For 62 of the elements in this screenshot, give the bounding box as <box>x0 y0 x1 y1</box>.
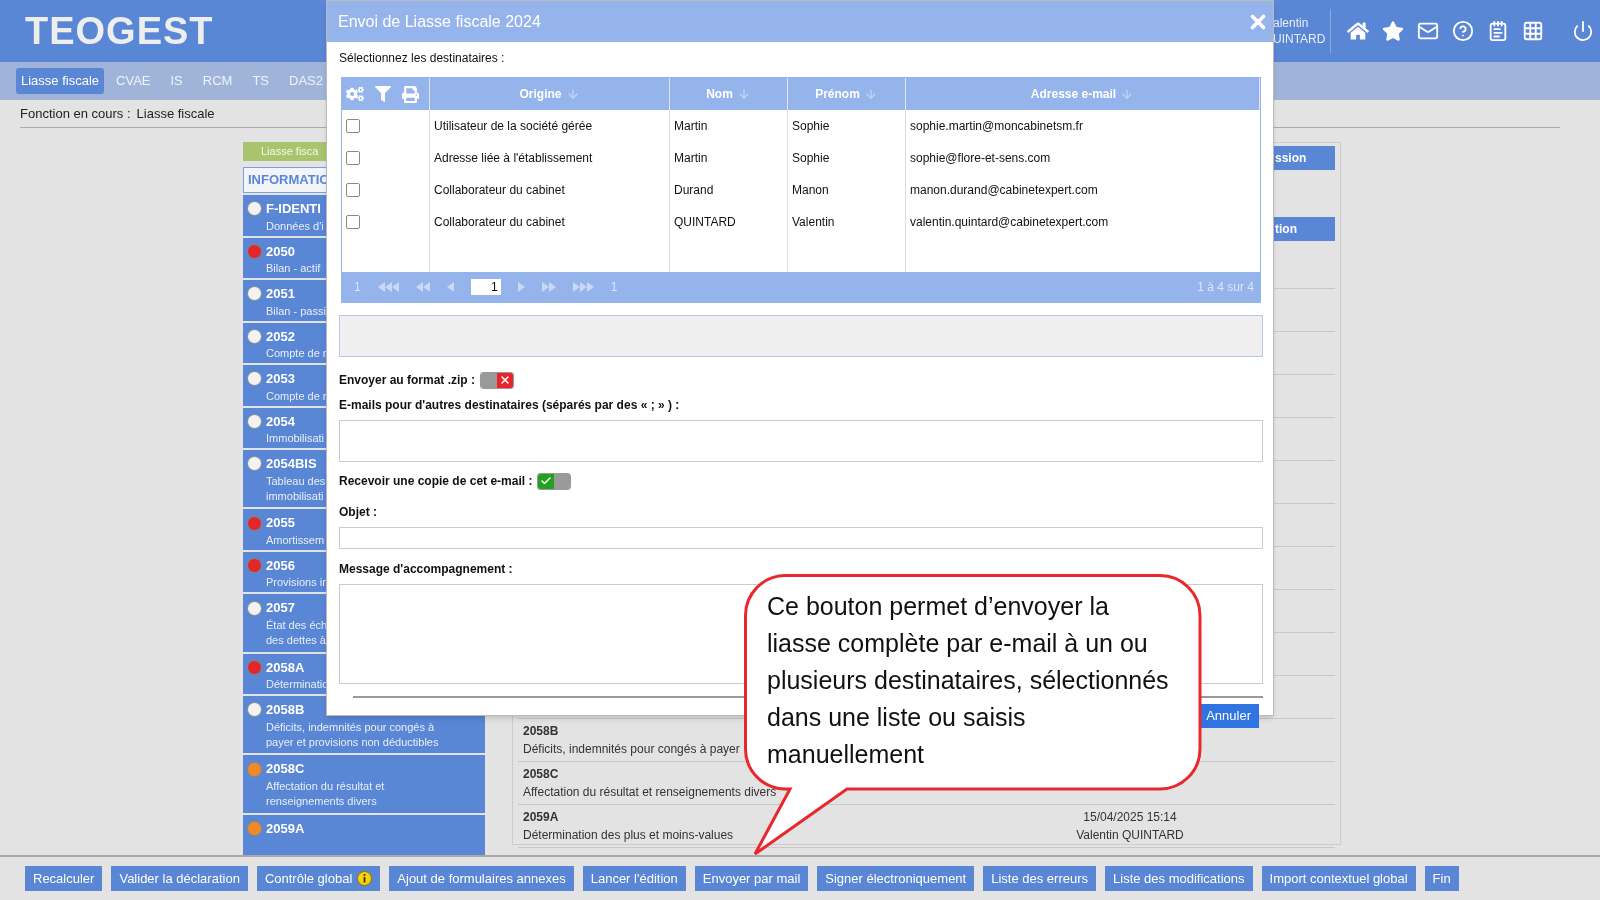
table-cell-text: sophie.martin@moncabinetsm.fr <box>910 118 1083 135</box>
form-code: 2059A <box>266 819 305 838</box>
table-cell-text: Collaborateur du cabinet <box>434 214 565 231</box>
form-code: 2058C <box>523 766 559 783</box>
form-description: Bilan - actif <box>266 261 321 276</box>
form-description: Immobilisati <box>266 431 325 446</box>
form-code: 2058A <box>266 658 305 677</box>
form-code: 2053 <box>266 370 295 388</box>
form-code: 2058C <box>266 760 305 779</box>
subject-label: Objet : <box>339 504 378 521</box>
modified-by: Valentin QUINTARD <box>1076 827 1184 844</box>
form-code: 2054BIS <box>266 455 317 473</box>
form-code: 2052 <box>266 327 295 346</box>
form-description: Compte de r <box>266 388 327 404</box>
form-code: 2058B <box>266 701 305 720</box>
table-cell-text: valentin.quintard@cabinetexpert.com <box>910 214 1109 231</box>
other-emails-label: E-mails pour d'autres destinataires (séparés par des « ; » ) : <box>339 397 681 414</box>
form-description: Compte de r <box>266 346 327 361</box>
form-description: Détermination des plus et moins-values <box>523 827 734 844</box>
form-description: Affectation du résultat et renseignements divers <box>266 778 385 809</box>
table-cell-text: Martin <box>674 150 708 167</box>
page-summary: 1 à 4 sur 4 <box>1197 279 1254 296</box>
recipients-label: Sélectionnez les destinataires : <box>339 50 506 67</box>
form-code: 2059A <box>523 809 559 826</box>
callout-text: Ce bouton permet d’envoyer la liasse complète par e-mail à un ou plusieurs destinataires, sélectionnés dans une liste ou saisis manuellement <box>767 591 1169 770</box>
form-description: Provisions ir <box>266 575 326 591</box>
form-code: 2051 <box>266 285 295 303</box>
form-description: Amortissem <box>266 532 325 548</box>
form-code: 2055 <box>266 514 295 533</box>
copy-label: Recevoir une copie de cet e-mail : <box>339 473 533 490</box>
form-description: Tableau des immobilisati <box>266 473 326 504</box>
form-code: 2057 <box>266 599 295 618</box>
form-description: Déterminatic <box>266 677 328 693</box>
table-cell-text: Collaborateur du cabinet <box>434 182 565 199</box>
form-description: Déficits, indemnités pour congés à payer <box>523 741 740 758</box>
breadcrumb-value: Liasse fiscale <box>136 105 215 124</box>
form-code: 2054 <box>266 412 295 431</box>
form-description: Données d'i <box>266 218 324 234</box>
table-cell-text: Manon <box>792 182 829 199</box>
form-description: Bilan - passi <box>266 303 326 319</box>
form-code: 2058B <box>523 723 559 740</box>
form-description: État des éch des dettes à <box>266 617 328 648</box>
form-code: 2056 <box>266 556 295 575</box>
table-cell-text: sophie@flore-et-sens.com <box>910 150 1051 167</box>
message-label: Message d'accompagnement : <box>339 561 514 578</box>
form-code: 2050 <box>266 242 295 261</box>
logo: TEOGEST <box>25 8 214 54</box>
table-cell-text: Sophie <box>792 118 830 135</box>
table-cell-text: manon.durand@cabinetexpert.com <box>910 182 1098 199</box>
breadcrumb-label: Fonction en cours : <box>20 105 131 124</box>
dialog-title: Envoi de Liasse fiscale 2024 <box>338 11 542 32</box>
table-cell-text: Sophie <box>792 150 830 167</box>
form-code: F-IDENTI <box>266 200 321 218</box>
table-cell-text: Utilisateur de la société gérée <box>434 118 593 135</box>
table-cell-text: Martin <box>674 118 708 135</box>
table-cell-text: QUINTARD <box>674 214 736 231</box>
table-cell-text: Valentin <box>792 214 835 231</box>
zip-label: Envoyer au format .zip : <box>339 372 476 389</box>
form-description: Déficits, indemnités pour congés à payer et provisions non déductibles <box>266 719 439 750</box>
table-cell-text: Durand <box>674 182 714 199</box>
modified-date: 15/04/2025 15:14 <box>1083 809 1177 826</box>
form-description: Affectation du résultat et renseignements divers <box>523 784 777 801</box>
